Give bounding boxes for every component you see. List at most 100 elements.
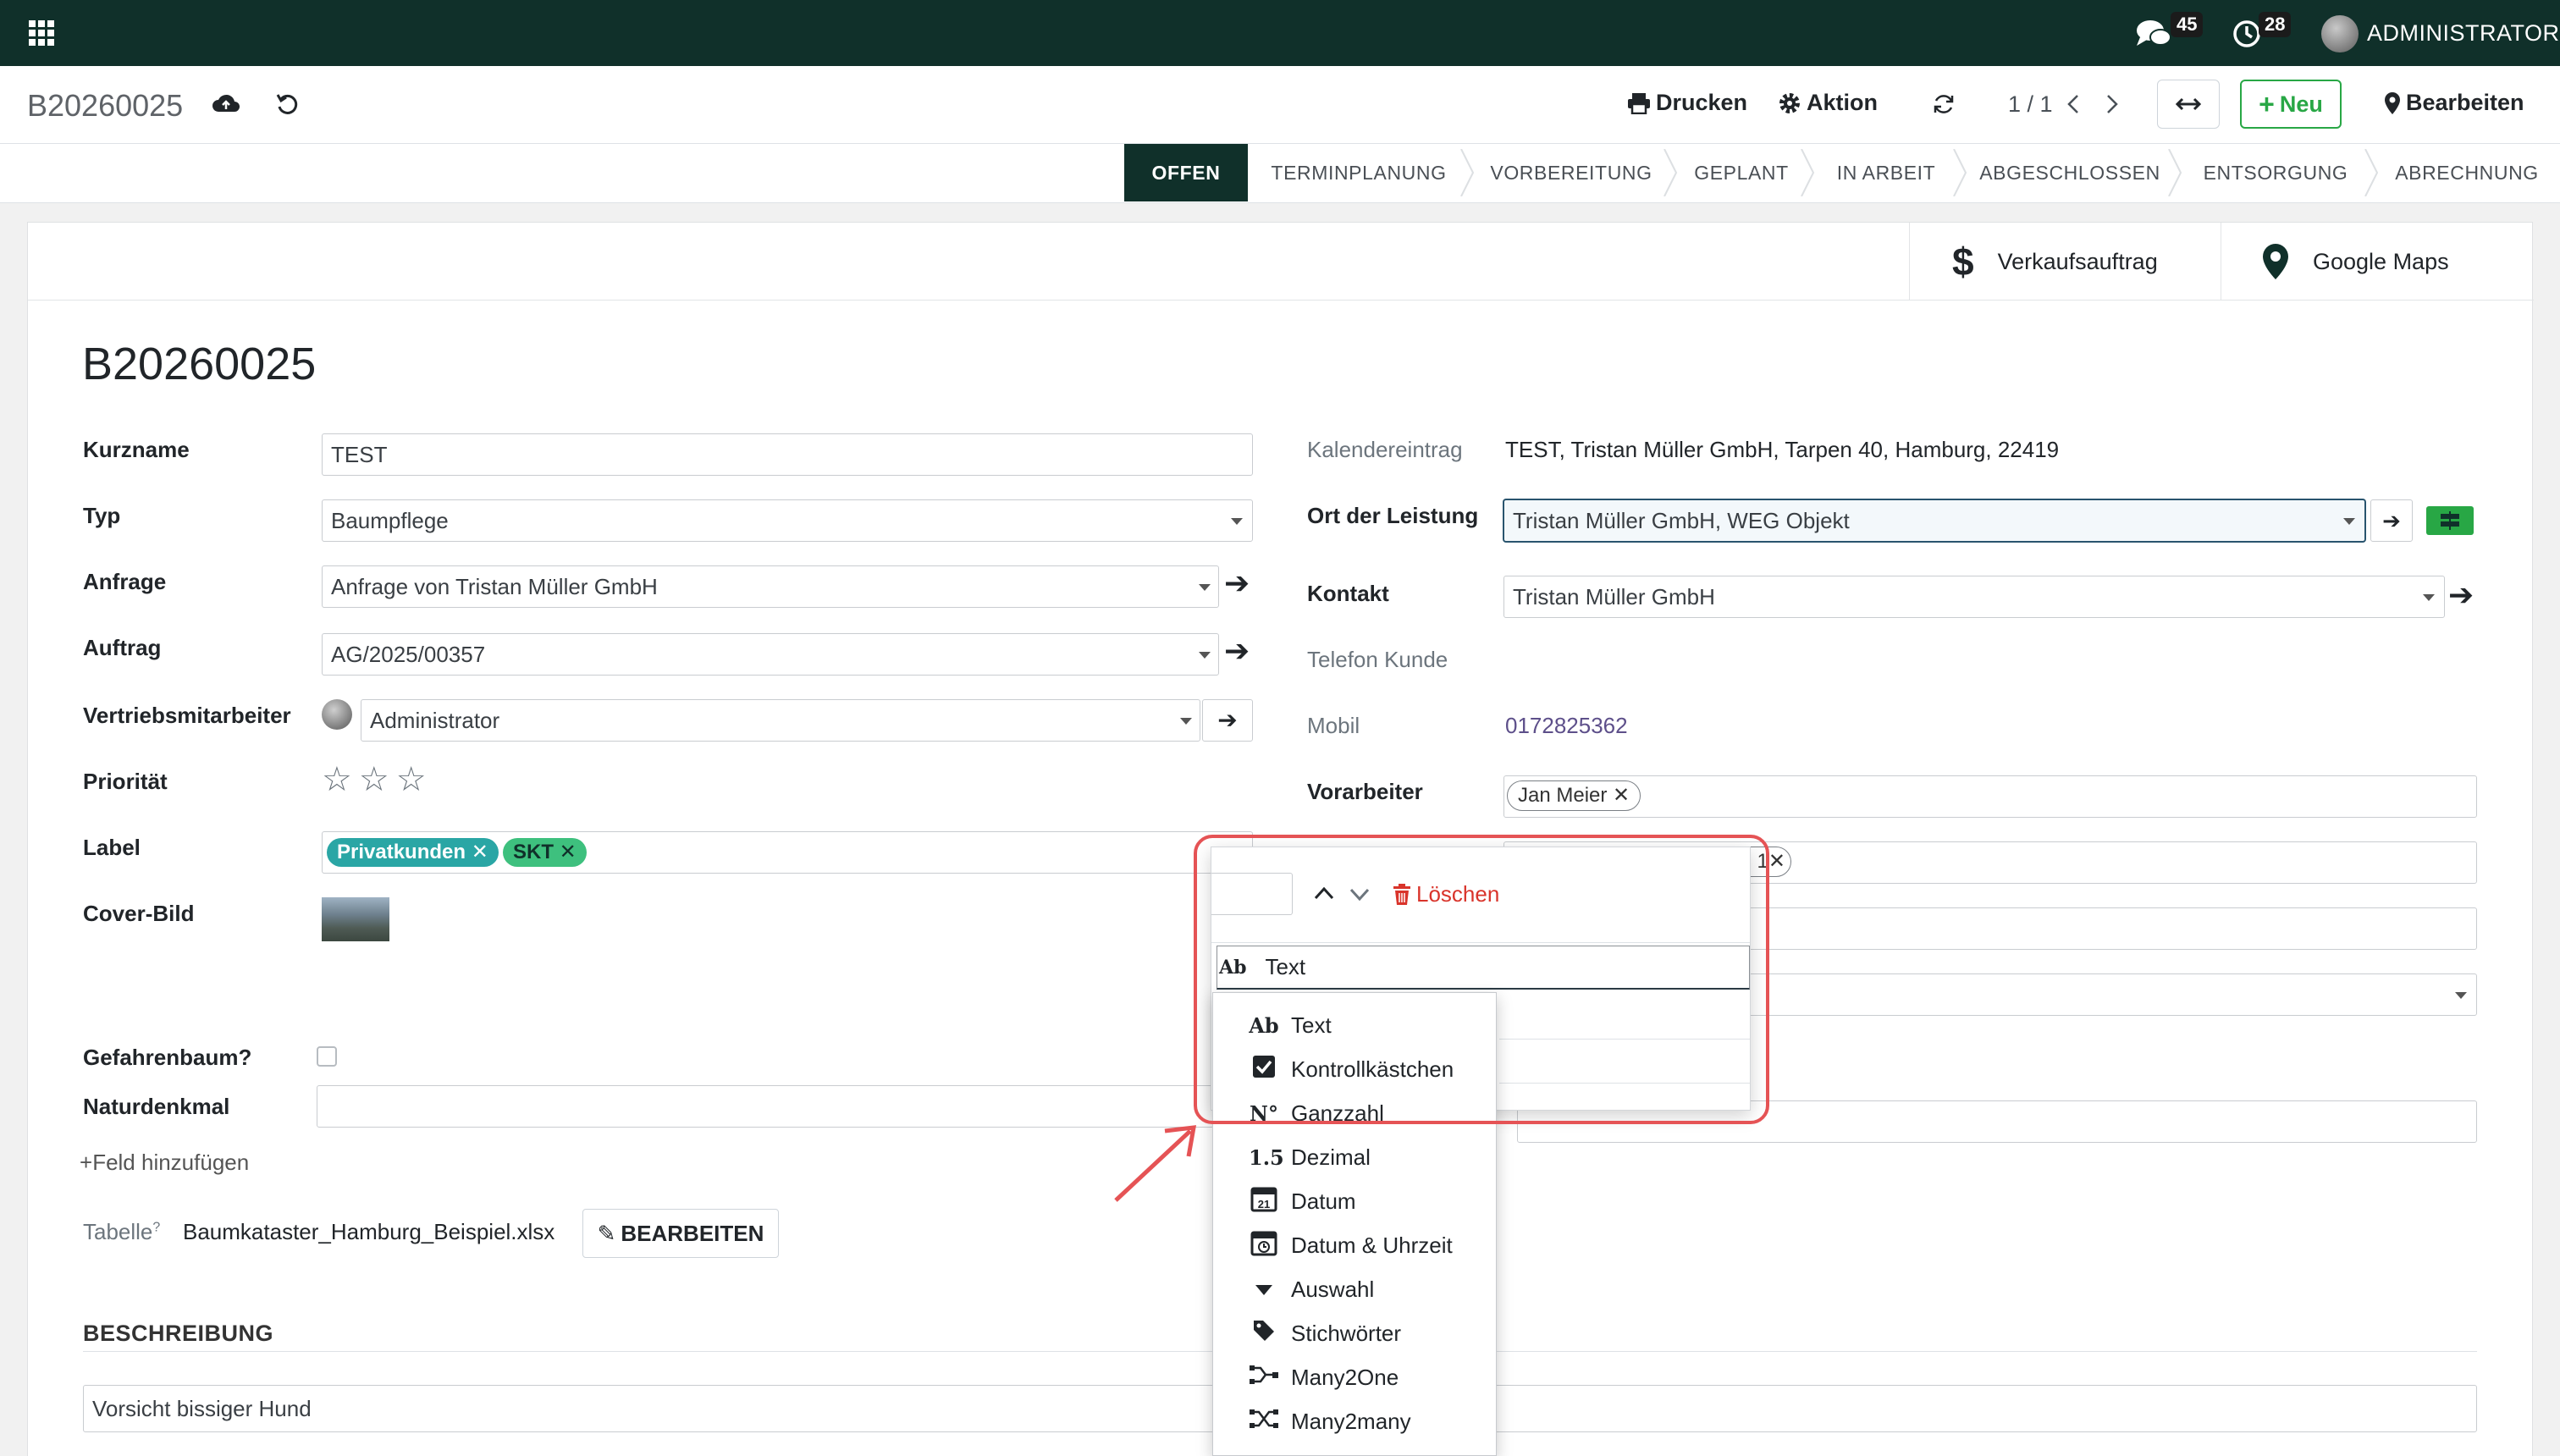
messages-button[interactable]: 45 [2135, 12, 2204, 52]
cover-image[interactable] [322, 897, 389, 941]
kurzname-input[interactable]: TEST [322, 433, 1253, 476]
map-pin-icon [2263, 244, 2288, 279]
sales-order-smart-button[interactable]: $ Verkaufsauftrag [1909, 223, 2221, 301]
action-button[interactable]: Aktion [1778, 90, 1878, 116]
pager-previous-icon[interactable] [2066, 93, 2081, 115]
prioritaet-label: Priorität [83, 769, 168, 794]
stage-vorbereitung[interactable]: VORBEREITUNG [1470, 144, 1673, 201]
vorarbeiter-input[interactable] [1503, 775, 2477, 818]
type-option-decimal[interactable]: 1.5 Dezimal [1213, 1135, 1498, 1179]
kalender-value: TEST, Tristan Müller GmbH, Tarpen 40, Ha… [1505, 437, 2060, 462]
ort-open-button[interactable]: ➔ [2370, 499, 2413, 542]
typ-select[interactable]: Baumpflege [322, 499, 1253, 542]
star-2-icon[interactable]: ☆ [359, 761, 396, 798]
user-menu-name[interactable]: ADMINISTRATOR [2367, 20, 2560, 47]
vertrieb-caret-icon [1180, 718, 1192, 725]
type-option-selection[interactable]: Auswahl [1213, 1267, 1498, 1311]
tag-skt[interactable]: SKT ✕ [503, 838, 587, 867]
kurzname-label: Kurzname [83, 437, 190, 462]
many2one-icon [1249, 1364, 1279, 1391]
vertrieb-select[interactable]: Administrator [361, 699, 1200, 742]
add-field-button[interactable]: +Feld hinzufügen [80, 1150, 249, 1176]
decimal-icon: 1.5 [1249, 1144, 1284, 1170]
vertrieb-open-button[interactable]: ➔ [1202, 699, 1253, 742]
tag-remove-icon[interactable]: ✕ [472, 841, 488, 863]
printer-icon [1628, 92, 1650, 114]
vorarbeiter-tag[interactable]: Jan Meier ✕ [1507, 780, 1641, 811]
naturdenkmal-label: Naturdenkmal [83, 1094, 230, 1119]
ort-map-button[interactable] [2426, 506, 2474, 535]
label-label: Label [83, 835, 141, 860]
anfrage-label: Anfrage [83, 569, 167, 594]
new-button[interactable]: + Neu [2240, 80, 2342, 129]
stage-abgeschlossen[interactable]: ABGESCHLOSSEN [1962, 144, 2177, 201]
gefahrenbaum-checkbox[interactable] [317, 1046, 337, 1067]
tag-icon [1249, 1319, 1279, 1348]
anfrage-select[interactable]: Anfrage von Tristan Müller GmbH [322, 565, 1219, 608]
pager-next-icon[interactable] [2105, 93, 2120, 115]
print-label: Drucken [1656, 90, 1748, 115]
anfrage-open-icon[interactable]: ➔ [1224, 565, 1250, 601]
type-option-datetime[interactable]: Datum & Uhrzeit [1213, 1223, 1498, 1267]
type-option-label: Datum [1291, 1188, 1356, 1214]
type-option-many2many[interactable]: Many2many [1213, 1399, 1498, 1443]
star-3-icon[interactable]: ☆ [396, 761, 433, 798]
tag-remove-icon[interactable]: ✕ [560, 841, 577, 863]
kontakt-label: Kontakt [1307, 581, 1389, 606]
naturdenkmal-input[interactable] [317, 1085, 1214, 1128]
mobil-label: Mobil [1307, 713, 1360, 738]
kontakt-select[interactable]: Tristan Müller GmbH [1503, 576, 2445, 618]
type-option-many2one[interactable]: Many2One [1213, 1355, 1498, 1399]
messages-badge: 45 [2171, 12, 2204, 37]
vorarbeiter-label: Vorarbeiter [1307, 779, 1423, 804]
app-menu-icon[interactable] [29, 20, 56, 46]
auftrag-open-icon[interactable]: ➔ [1224, 633, 1250, 669]
edit-button[interactable]: Bearbeiten [2384, 90, 2524, 116]
map-marker-icon [2385, 91, 2400, 114]
auftrag-select[interactable]: AG/2025/00357 [322, 633, 1219, 676]
typ-label: Typ [83, 503, 121, 528]
google-maps-smart-button[interactable]: Google Maps [2221, 223, 2534, 301]
auftrag-label: Auftrag [83, 635, 162, 660]
google-maps-label: Google Maps [2313, 248, 2449, 274]
user-avatar[interactable] [2321, 15, 2359, 52]
stage-abrechnung[interactable]: ABRECHNUNG [2374, 144, 2560, 201]
stage-entsorgung[interactable]: ENTSORGUNG [2177, 144, 2374, 201]
tag-privatkunden-label: Privatkunden [337, 841, 466, 863]
tabelle-edit-button[interactable]: ✎ BEARBEITEN [582, 1209, 779, 1258]
help-tooltip-icon[interactable]: ? [152, 1220, 160, 1234]
stage-terminplanung[interactable]: TERMINPLANUNG [1248, 144, 1470, 201]
kontakt-open-icon[interactable]: ➔ [2448, 577, 2474, 613]
activities-button[interactable]: 28 [2232, 12, 2292, 52]
priority-stars[interactable]: ☆☆☆ [322, 760, 433, 799]
sales-order-label: Verkaufsauftrag [1997, 248, 2158, 274]
many2many-icon [1249, 1408, 1279, 1435]
stage-offen[interactable]: OFFEN [1124, 144, 1248, 201]
beschreibung-heading: BESCHREIBUNG [83, 1321, 274, 1346]
tag-privatkunden[interactable]: Privatkunden ✕ [327, 838, 499, 867]
tag-remove-icon[interactable]: ✕ [1613, 784, 1630, 807]
type-option-label: Stichwörter [1291, 1320, 1402, 1346]
action-label: Aktion [1807, 90, 1878, 115]
toggle-width-button[interactable] [2157, 80, 2220, 129]
tabelle-file-name[interactable]: Baumkataster_Hamburg_Beispiel.xlsx [183, 1219, 554, 1245]
type-option-tags[interactable]: Stichwörter [1213, 1311, 1498, 1355]
pencil-icon: ✎ [597, 1220, 616, 1246]
breadcrumb: B20260025 [27, 88, 184, 123]
mobil-value[interactable]: 0172825362 [1505, 713, 1628, 739]
type-option-label: Dezimal [1291, 1144, 1371, 1170]
pager-value[interactable]: 1 / 1 [2008, 91, 2053, 118]
cloud-save-icon[interactable] [212, 91, 240, 117]
ort-select[interactable]: Tristan Müller GmbH, WEG Objekt [1503, 499, 2365, 542]
activities-badge: 28 [2259, 12, 2292, 37]
stage-geplant[interactable]: GEPLANT [1673, 144, 1810, 201]
print-button[interactable]: Drucken [1627, 90, 1747, 116]
type-option-date[interactable]: 21 Datum [1213, 1179, 1498, 1223]
anfrage-caret-icon [1199, 584, 1211, 591]
star-1-icon[interactable]: ☆ [322, 761, 359, 798]
typ-caret-icon [1231, 518, 1243, 525]
tag-remove-icon[interactable]: ✕ [1768, 850, 1785, 873]
discard-icon[interactable] [274, 91, 300, 117]
stage-in-arbeit[interactable]: IN ARBEIT [1810, 144, 1962, 201]
reload-icon[interactable] [1932, 92, 1956, 116]
